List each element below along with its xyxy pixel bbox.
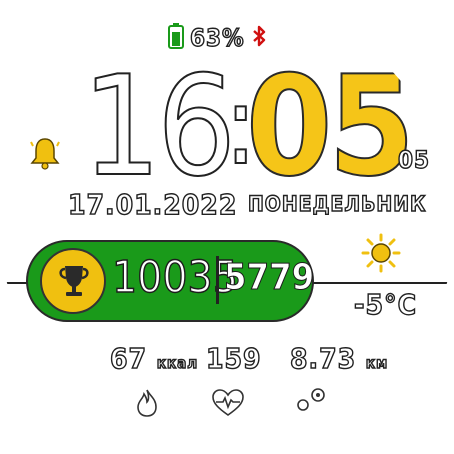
temperature: -5°C — [353, 287, 418, 321]
steps-count: 10035 — [111, 251, 238, 303]
steps-goal: 5779 — [223, 257, 315, 299]
sun-icon[interactable] — [360, 232, 402, 274]
calories-unit: ккал — [156, 353, 199, 372]
heart-rate-value: 159 — [205, 341, 262, 375]
trophy-icon — [55, 262, 93, 304]
calories-value: 67 ккал — [109, 341, 199, 375]
calories-number: 67 — [109, 341, 148, 375]
flame-icon — [134, 388, 160, 422]
weekday-text: ПОНЕДЕЛЬНИК — [247, 191, 427, 216]
alarm-bell-icon[interactable] — [30, 136, 60, 174]
footprints-icon — [294, 384, 328, 418]
time-seconds: 05 — [397, 145, 431, 174]
watch-face: 63% 16 : 05 05 17.01.2022 ПОНЕДЕЛЬНИК 10… — [0, 0, 454, 454]
time-minute: 05 — [245, 46, 416, 207]
heart-pulse-icon — [210, 388, 246, 422]
trophy-badge — [40, 248, 106, 314]
time-hour: 16 — [81, 46, 237, 207]
date-text: 17.01.2022 — [67, 187, 238, 221]
steps-divider — [216, 256, 219, 304]
distance-value: 8.73 км — [289, 341, 389, 375]
distance-number: 8.73 — [289, 341, 357, 375]
distance-unit: км — [365, 353, 389, 372]
